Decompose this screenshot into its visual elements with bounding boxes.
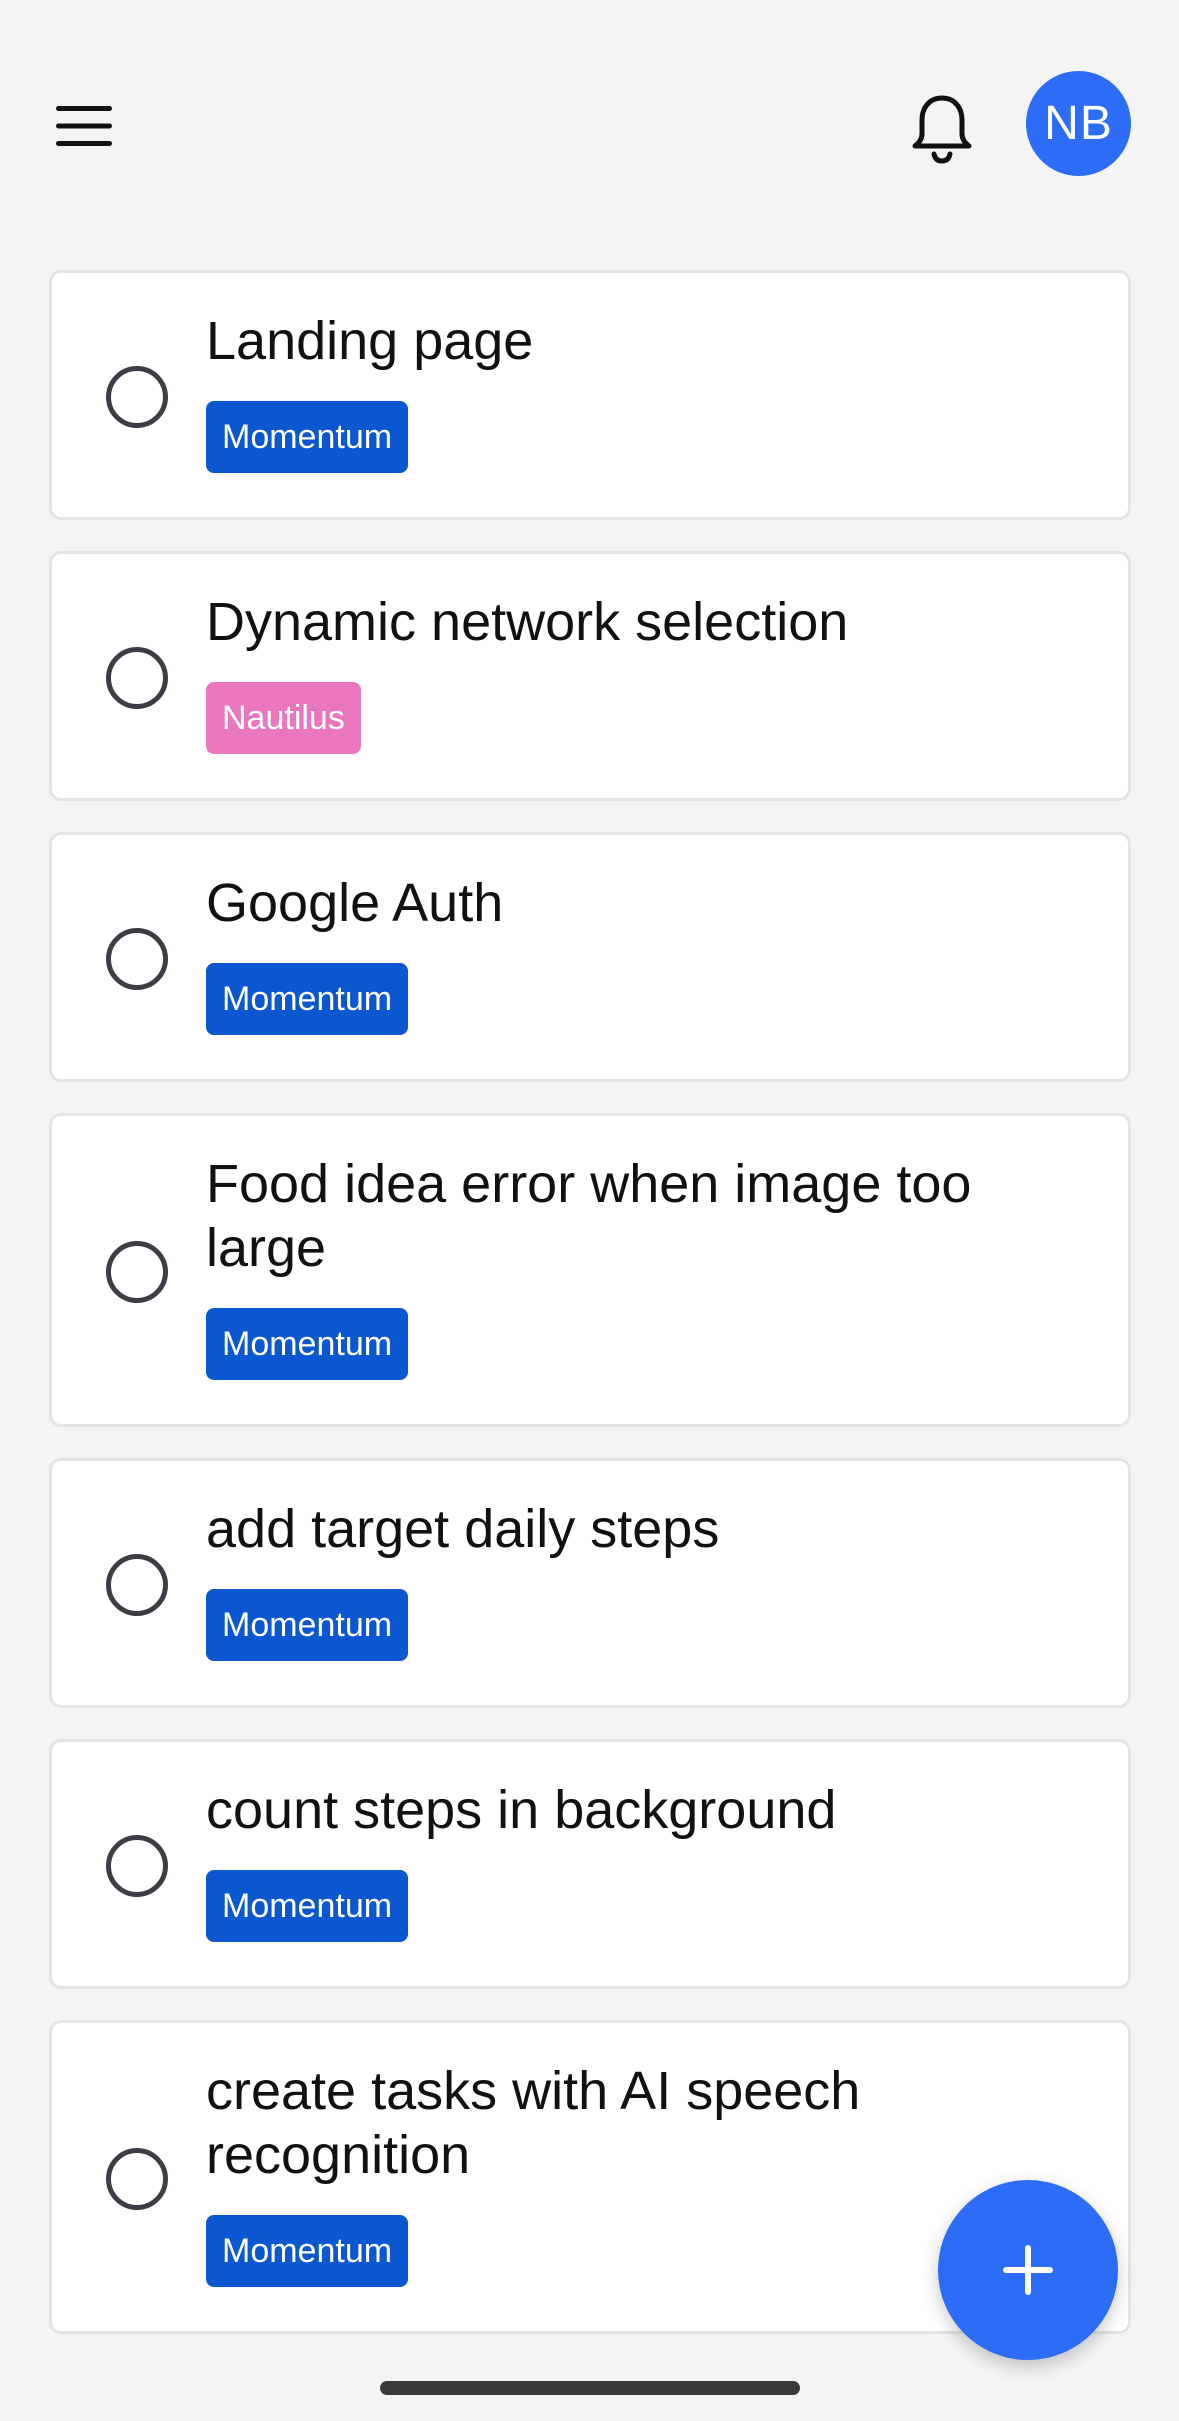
- task-complete-checkbox[interactable]: [106, 1554, 168, 1616]
- task-card[interactable]: Google Auth Momentum: [49, 832, 1131, 1082]
- task-complete-checkbox[interactable]: [106, 2148, 168, 2210]
- task-title: add target daily steps: [206, 1499, 720, 1559]
- task-complete-checkbox[interactable]: [106, 928, 168, 990]
- project-tag: Momentum: [206, 1308, 409, 1380]
- project-tag: Momentum: [206, 401, 409, 473]
- task-card[interactable]: count steps in background Momentum: [49, 1739, 1131, 1989]
- task-card[interactable]: add target daily steps Momentum: [49, 1458, 1131, 1708]
- task-title: Google Auth: [206, 873, 504, 933]
- task-card[interactable]: Landing page Momentum: [49, 270, 1131, 520]
- user-avatar[interactable]: NB: [1026, 71, 1131, 176]
- task-complete-checkbox[interactable]: [106, 1835, 168, 1897]
- hamburger-menu-icon: [56, 106, 112, 146]
- app-header: NB: [0, 0, 1179, 250]
- task-list: Landing page Momentum Dynamic network se…: [49, 270, 1131, 2365]
- menu-button[interactable]: [48, 90, 120, 162]
- project-tag: Momentum: [206, 963, 409, 1035]
- task-complete-checkbox[interactable]: [106, 366, 168, 428]
- project-tag: Momentum: [206, 1870, 409, 1942]
- home-indicator: [380, 2381, 800, 2395]
- project-tag: Momentum: [206, 2215, 409, 2287]
- task-title: Dynamic network selection: [206, 592, 849, 652]
- task-card[interactable]: Food idea error when image too large Mom…: [49, 1113, 1131, 1427]
- task-title: Landing page: [206, 311, 534, 371]
- task-title: Food idea error when image too large: [206, 1154, 972, 1278]
- task-complete-checkbox[interactable]: [106, 647, 168, 709]
- bell-icon: [912, 95, 972, 164]
- project-tag: Momentum: [206, 1589, 409, 1661]
- task-title: create tasks with AI speech recognition: [206, 2061, 861, 2185]
- task-complete-checkbox[interactable]: [106, 1241, 168, 1303]
- plus-icon: [1003, 2245, 1053, 2295]
- task-title: count steps in background: [206, 1780, 837, 1840]
- project-tag: Nautilus: [206, 682, 361, 754]
- avatar-initials: NB: [1044, 97, 1113, 150]
- notifications-button[interactable]: [900, 86, 984, 170]
- add-task-button[interactable]: [938, 2180, 1118, 2360]
- task-card[interactable]: Dynamic network selection Nautilus: [49, 551, 1131, 801]
